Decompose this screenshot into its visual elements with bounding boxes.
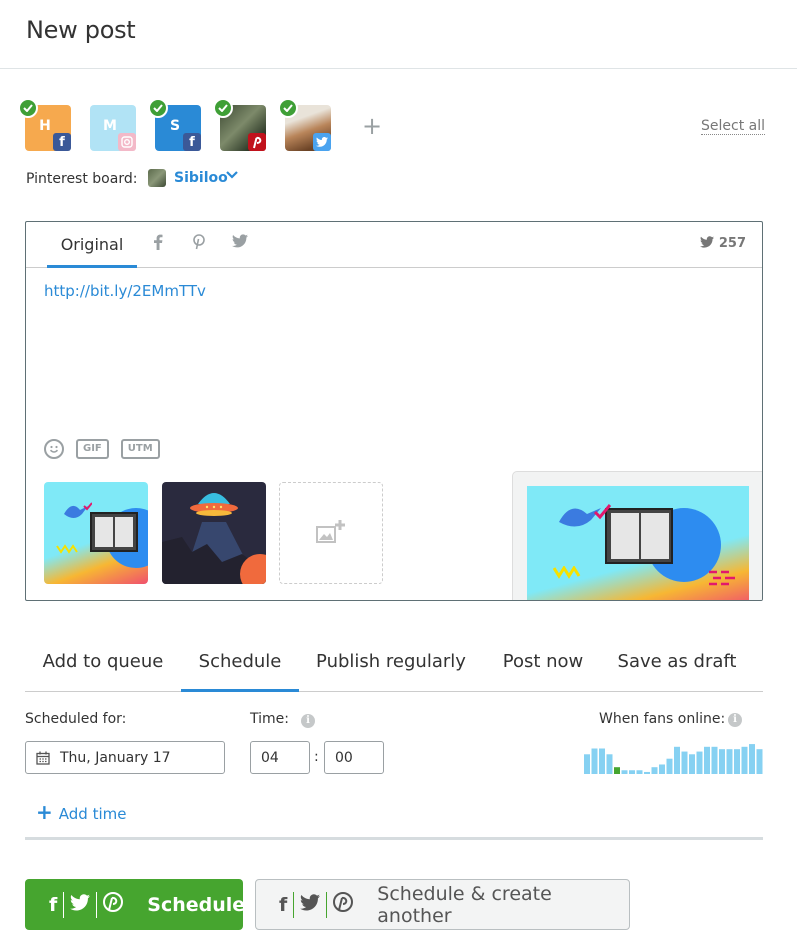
calendar-icon <box>36 751 50 765</box>
link-preview-image <box>527 486 749 600</box>
scheduled-for-label: Scheduled for: <box>25 711 127 727</box>
add-image-button[interactable] <box>279 482 383 584</box>
chart-bar-selected-hour <box>614 767 620 774</box>
fans-online-label: When fans online: <box>599 711 726 727</box>
fans-online-chart <box>584 744 763 774</box>
twitter-icon <box>313 133 331 151</box>
editor-tools: GIF UTM <box>44 439 160 459</box>
minute-input[interactable]: 00 <box>324 741 384 774</box>
account-avatar-pinterest[interactable] <box>213 98 266 151</box>
attached-image[interactable] <box>44 482 148 584</box>
chart-bar <box>756 749 763 774</box>
divider <box>25 837 763 840</box>
chart-bar <box>711 746 718 774</box>
attached-image[interactable] <box>162 482 266 584</box>
facebook-icon: f <box>279 893 288 916</box>
pinterest-icon <box>327 892 359 917</box>
pinterest-board-label: Pinterest board: <box>26 171 138 187</box>
facebook-icon[interactable] <box>153 234 163 254</box>
chart-bar <box>584 754 590 774</box>
facebook-icon: f <box>49 893 58 916</box>
twitter-icon <box>700 236 715 251</box>
add-image-icon <box>316 520 345 543</box>
date-value: Thu, January 17 <box>60 749 171 766</box>
chart-bar <box>726 749 733 774</box>
chart-bar <box>741 746 748 774</box>
instagram-icon <box>118 133 136 151</box>
utm-button[interactable]: UTM <box>120 439 160 459</box>
account-avatar-twitter[interactable] <box>278 98 331 151</box>
add-account-button[interactable]: + <box>362 114 382 138</box>
character-count-value: 257 <box>718 236 746 251</box>
plus-icon: + <box>36 800 53 824</box>
info-icon[interactable]: i <box>728 713 742 727</box>
pinterest-icon[interactable] <box>192 234 206 254</box>
network-icons: f <box>43 891 129 918</box>
chart-bar <box>681 751 688 774</box>
twitter-icon <box>294 893 326 916</box>
network-icons: f <box>273 891 359 918</box>
chart-bar <box>644 771 650 774</box>
info-icon[interactable]: i <box>301 714 315 728</box>
selected-check-icon <box>18 98 38 118</box>
date-picker-input[interactable]: Thu, January 17 <box>25 741 225 774</box>
chart-bar <box>689 754 695 774</box>
tab-schedule[interactable]: Schedule <box>181 640 299 692</box>
select-all-link[interactable]: Select all <box>701 118 765 135</box>
selected-check-icon <box>213 98 233 118</box>
post-editor: Original 257 http://bit.ly/2EMmTTv GIF U… <box>25 221 763 601</box>
account-avatar-instagram[interactable]: M <box>90 105 136 151</box>
add-time-button[interactable]: + Add time <box>36 800 126 824</box>
facebook-icon: f <box>53 133 71 151</box>
chart-bar <box>659 764 665 774</box>
emoji-icon[interactable] <box>44 439 64 459</box>
tab-original[interactable]: Original <box>47 222 137 268</box>
selected-check-icon <box>148 98 168 118</box>
chart-bar <box>606 754 613 774</box>
chart-bar <box>734 749 740 774</box>
post-text-input[interactable]: http://bit.ly/2EMmTTv <box>44 282 206 300</box>
time-label: Time: <box>250 711 289 727</box>
pinterest-icon <box>248 133 266 151</box>
chart-bar <box>704 746 710 774</box>
tab-save-as-draft[interactable]: Save as draft <box>611 640 743 692</box>
pinterest-icon <box>97 892 129 917</box>
selected-check-icon <box>278 98 298 118</box>
schedule-and-create-another-label: Schedule & create another <box>377 882 552 927</box>
chart-bar <box>621 770 628 774</box>
tab-publish-regularly[interactable]: Publish regularly <box>305 640 477 692</box>
chevron-down-icon[interactable] <box>225 168 239 186</box>
account-avatar-facebook[interactable]: Sf <box>148 98 201 151</box>
schedule-and-create-another-button[interactable]: f Schedule & create another <box>255 879 630 930</box>
board-thumbnail <box>148 169 166 187</box>
chart-bar <box>599 748 605 774</box>
publish-mode-tabs: Add to queue Schedule Publish regularly … <box>25 640 763 692</box>
twitter-icon <box>64 893 96 916</box>
character-count: 257 <box>700 236 746 251</box>
time-separator: : <box>314 749 319 765</box>
chart-bar <box>651 767 658 774</box>
chart-bar <box>591 748 598 774</box>
chart-bar <box>696 751 703 774</box>
facebook-icon: f <box>183 133 201 151</box>
chart-bar <box>666 758 673 774</box>
schedule-button[interactable]: f Schedule <box>25 879 246 930</box>
link-preview <box>512 471 762 600</box>
editor-tabs: Original 257 <box>26 222 762 268</box>
chart-bar <box>636 770 643 774</box>
schedule-button-label: Schedule <box>147 893 246 916</box>
tab-add-to-queue[interactable]: Add to queue <box>25 640 181 692</box>
chart-bar <box>719 749 725 774</box>
page-title: New post <box>26 16 136 44</box>
hour-input[interactable]: 04 <box>250 741 310 774</box>
chart-bar <box>674 746 680 774</box>
tab-post-now[interactable]: Post now <box>491 640 595 692</box>
account-avatar-facebook[interactable]: Hf <box>18 98 71 151</box>
chart-bar <box>629 770 635 774</box>
gif-button[interactable]: GIF <box>76 439 109 459</box>
add-time-label: Add time <box>58 805 127 823</box>
chart-bar <box>749 744 755 774</box>
twitter-icon[interactable] <box>232 234 248 252</box>
pinterest-board-select[interactable]: Sibiloo <box>174 170 228 186</box>
